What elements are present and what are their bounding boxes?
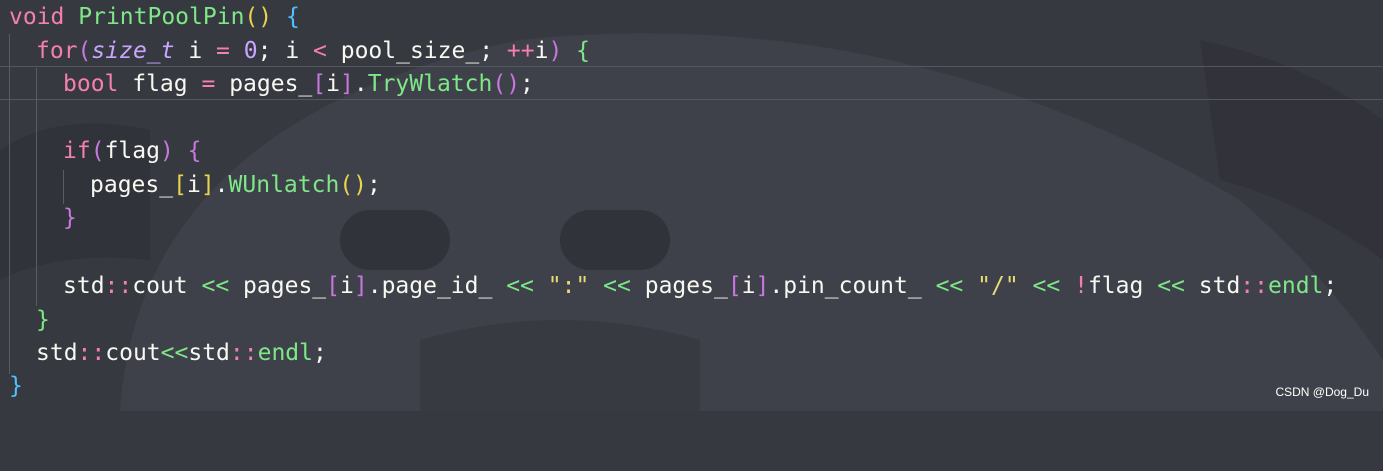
code-line: for(size_t i = 0; i < pool_size_; ++i) { [36,38,591,64]
code-line: if(flag) { [63,138,202,164]
code-line: std::cout << pages_[i].page_id_ << ":" <… [63,273,1338,299]
code-line: } [9,373,23,399]
code-editor[interactable]: void PrintPoolPin() { for(size_t i = 0; … [0,0,1383,411]
code-line: std::cout<<std::endl; [36,340,327,366]
code-line: pages_[i].WUnlatch(); [90,172,381,198]
watermark: CSDN @Dog_Du [1275,385,1369,399]
code-line: bool flag = pages_[i].TryWlatch(); [63,71,534,97]
code-line: void PrintPoolPin() { [9,4,300,30]
code-line: } [63,205,77,231]
code-line: } [36,307,50,333]
